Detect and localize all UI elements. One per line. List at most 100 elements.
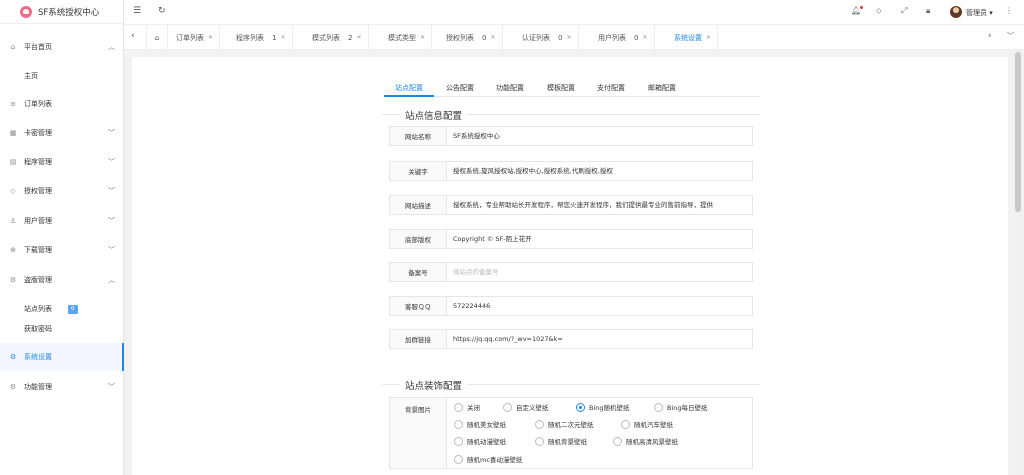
avatar[interactable] <box>950 6 962 18</box>
shield-icon: ◇ <box>10 187 16 195</box>
tabs-next-icon[interactable]: › <box>988 31 992 41</box>
tab-user-list[interactable]: 用户列表 0 ✕ <box>592 25 655 50</box>
close-icon[interactable]: ✕ <box>642 34 647 41</box>
more-icon[interactable]: ⋮ <box>1005 6 1013 15</box>
logo-icon <box>20 5 32 18</box>
settings-tab-function[interactable]: 功能配置 <box>496 83 524 93</box>
download-icon: ⊕ <box>10 246 16 254</box>
qq-input[interactable] <box>453 297 749 315</box>
sidebar-item-functions[interactable]: ⚙ 功能管理 ﹀ <box>0 378 124 396</box>
user-icon: ♙ <box>9 217 17 225</box>
sidebar: SF系统授权中心 ⌂ 平台首页 ︿ 主页 ≡ 订单列表 ▦ 卡密管理 ﹀ ▤ 程… <box>0 0 124 475</box>
notification-dot <box>860 6 863 9</box>
site-name-input[interactable] <box>453 127 749 145</box>
chevron-down-icon: ﹀ <box>108 129 115 137</box>
radio-circle <box>613 436 622 446</box>
settings-tab-mail[interactable]: 邮箱配置 <box>648 83 676 93</box>
radio-bg-bing-daily[interactable]: Bing每日壁纸 <box>654 402 708 412</box>
radio-bg-bing-random[interactable]: Bing随机壁纸 <box>576 402 630 412</box>
tabs-prev-icon[interactable]: ‹ <box>131 31 135 41</box>
description-input[interactable] <box>453 196 749 214</box>
tab-system-settings[interactable]: 系统设置 ✕ <box>668 25 719 50</box>
copyright-input[interactable] <box>453 230 749 248</box>
sidebar-item-home[interactable]: ⌂ 平台首页 ︿ <box>0 38 124 56</box>
sidebar-item-programs[interactable]: ▤ 程序管理 ﹀ <box>0 153 124 171</box>
radio-circle <box>654 402 663 412</box>
close-icon[interactable]: ✕ <box>208 34 213 41</box>
chevron-up-icon: ︿ <box>108 43 115 51</box>
card-icon: ▦ <box>9 129 17 137</box>
radio-bg-background[interactable]: 随机背景壁纸 <box>535 436 587 446</box>
radio-circle <box>454 454 463 464</box>
sidebar-item-users[interactable]: ♙ 用户管理 ﹀ <box>0 212 124 230</box>
settings-tab-template[interactable]: 模板配置 <box>547 83 575 93</box>
radio-bg-anime2d[interactable]: 随机二次元壁纸 <box>535 419 594 429</box>
group-link-input[interactable] <box>453 330 749 348</box>
app-title: SF系统授权中心 <box>38 7 100 18</box>
sidebar-item-system-settings[interactable]: ⚙ 系统设置 <box>0 343 124 371</box>
tab-modes[interactable]: 模式列表 2 ✕ <box>306 25 369 50</box>
field-site-name: 网站名称 <box>389 126 753 146</box>
tab-cert-list[interactable]: 认证列表 0 ✕ <box>516 25 579 50</box>
close-icon[interactable]: ✕ <box>566 34 571 41</box>
radio-bg-cartoon[interactable]: 随机动漫壁纸 <box>454 436 506 446</box>
sidebar-item-get-password[interactable]: 获取密码 <box>0 320 124 338</box>
gear-icon: ⚙ <box>9 353 17 361</box>
close-icon[interactable]: ✕ <box>280 34 285 41</box>
chevron-up-icon: ︿ <box>108 276 115 284</box>
app-icon: ▤ <box>9 158 17 166</box>
sidebar-item-site-list[interactable]: 站点列表 0 <box>0 300 124 318</box>
radio-bg-custom[interactable]: 自定义壁纸 <box>503 402 549 412</box>
menu-toggle-icon[interactable]: ☰ <box>133 6 141 16</box>
settings-tab-payment[interactable]: 支付配置 <box>597 83 625 93</box>
tab-auth-list[interactable]: 授权列表 0 ✕ <box>440 25 503 50</box>
radio-circle <box>454 419 463 429</box>
radio-circle <box>454 402 463 412</box>
tab-mode-types[interactable]: 模式类型 ✕ <box>382 25 433 50</box>
scrollbar-thumb[interactable] <box>1015 52 1021 212</box>
count-badge: 0 <box>68 304 78 314</box>
home-icon: ⌂ <box>10 43 16 51</box>
radio-circle <box>535 419 544 429</box>
gear-icon: ⚙ <box>9 383 17 391</box>
field-icp: 备案号 <box>389 262 753 282</box>
settings-tab-notice[interactable]: 公告配置 <box>446 83 474 93</box>
sidebar-item-piracy[interactable]: ⚙ 盗版管理 ︿ <box>0 271 124 289</box>
icp-input[interactable] <box>453 263 749 281</box>
lock-icon[interactable]: 🔒︎ <box>926 6 930 16</box>
sidebar-item-cards[interactable]: ▦ 卡密管理 ﹀ <box>0 124 124 142</box>
settings-tab-site[interactable]: 站点配置 <box>395 83 423 93</box>
sidebar-item-main[interactable]: 主页 <box>0 67 124 85</box>
radio-bg-mc[interactable]: 随机mc喜动漫壁纸 <box>454 454 522 464</box>
radio-circle <box>503 402 512 412</box>
user-menu[interactable]: 管理员 ▾ <box>966 8 993 18</box>
chevron-down-icon: ﹀ <box>108 246 115 254</box>
close-icon[interactable]: ✕ <box>706 34 711 41</box>
chevron-down-icon: ﹀ <box>108 187 115 195</box>
logo[interactable]: SF系统授权中心 <box>0 0 123 24</box>
sidebar-item-downloads[interactable]: ⊕ 下载管理 ﹀ <box>0 241 124 259</box>
tabs-menu-icon[interactable]: ﹀ <box>1007 31 1014 41</box>
home-tab-icon[interactable]: ⌂ <box>146 25 168 50</box>
topbar <box>124 0 1024 25</box>
tag-icon[interactable]: ⬦ <box>876 6 882 16</box>
radio-circle <box>621 419 630 429</box>
radio-bg-beauty[interactable]: 随机美女壁纸 <box>454 419 506 429</box>
keywords-input[interactable] <box>453 162 749 180</box>
close-icon[interactable]: ✕ <box>356 34 361 41</box>
fullscreen-icon[interactable]: ⤢ <box>901 6 907 16</box>
radio-bg-car[interactable]: 随机汽车壁纸 <box>621 419 673 429</box>
section-title-site-decor: 站点装饰配置 <box>400 378 468 392</box>
field-description: 网站描述 <box>389 195 753 215</box>
refresh-icon[interactable]: ↻ <box>158 6 166 16</box>
sidebar-item-auth[interactable]: ◇ 授权管理 ﹀ <box>0 182 124 200</box>
field-copyright: 底部版权 <box>389 229 753 249</box>
settings-tabs-divider <box>385 96 759 97</box>
close-icon[interactable]: ✕ <box>490 34 495 41</box>
tab-programs[interactable]: 程序列表 1 ✕ <box>230 25 293 50</box>
radio-bg-off[interactable]: 关闭 <box>454 402 480 412</box>
radio-bg-landscape[interactable]: 随机高清风景壁纸 <box>613 436 678 446</box>
tab-orders[interactable]: 订单列表 ✕ <box>170 25 221 50</box>
close-icon[interactable]: ✕ <box>420 34 425 41</box>
sidebar-item-orders[interactable]: ≡ 订单列表 <box>0 95 124 113</box>
